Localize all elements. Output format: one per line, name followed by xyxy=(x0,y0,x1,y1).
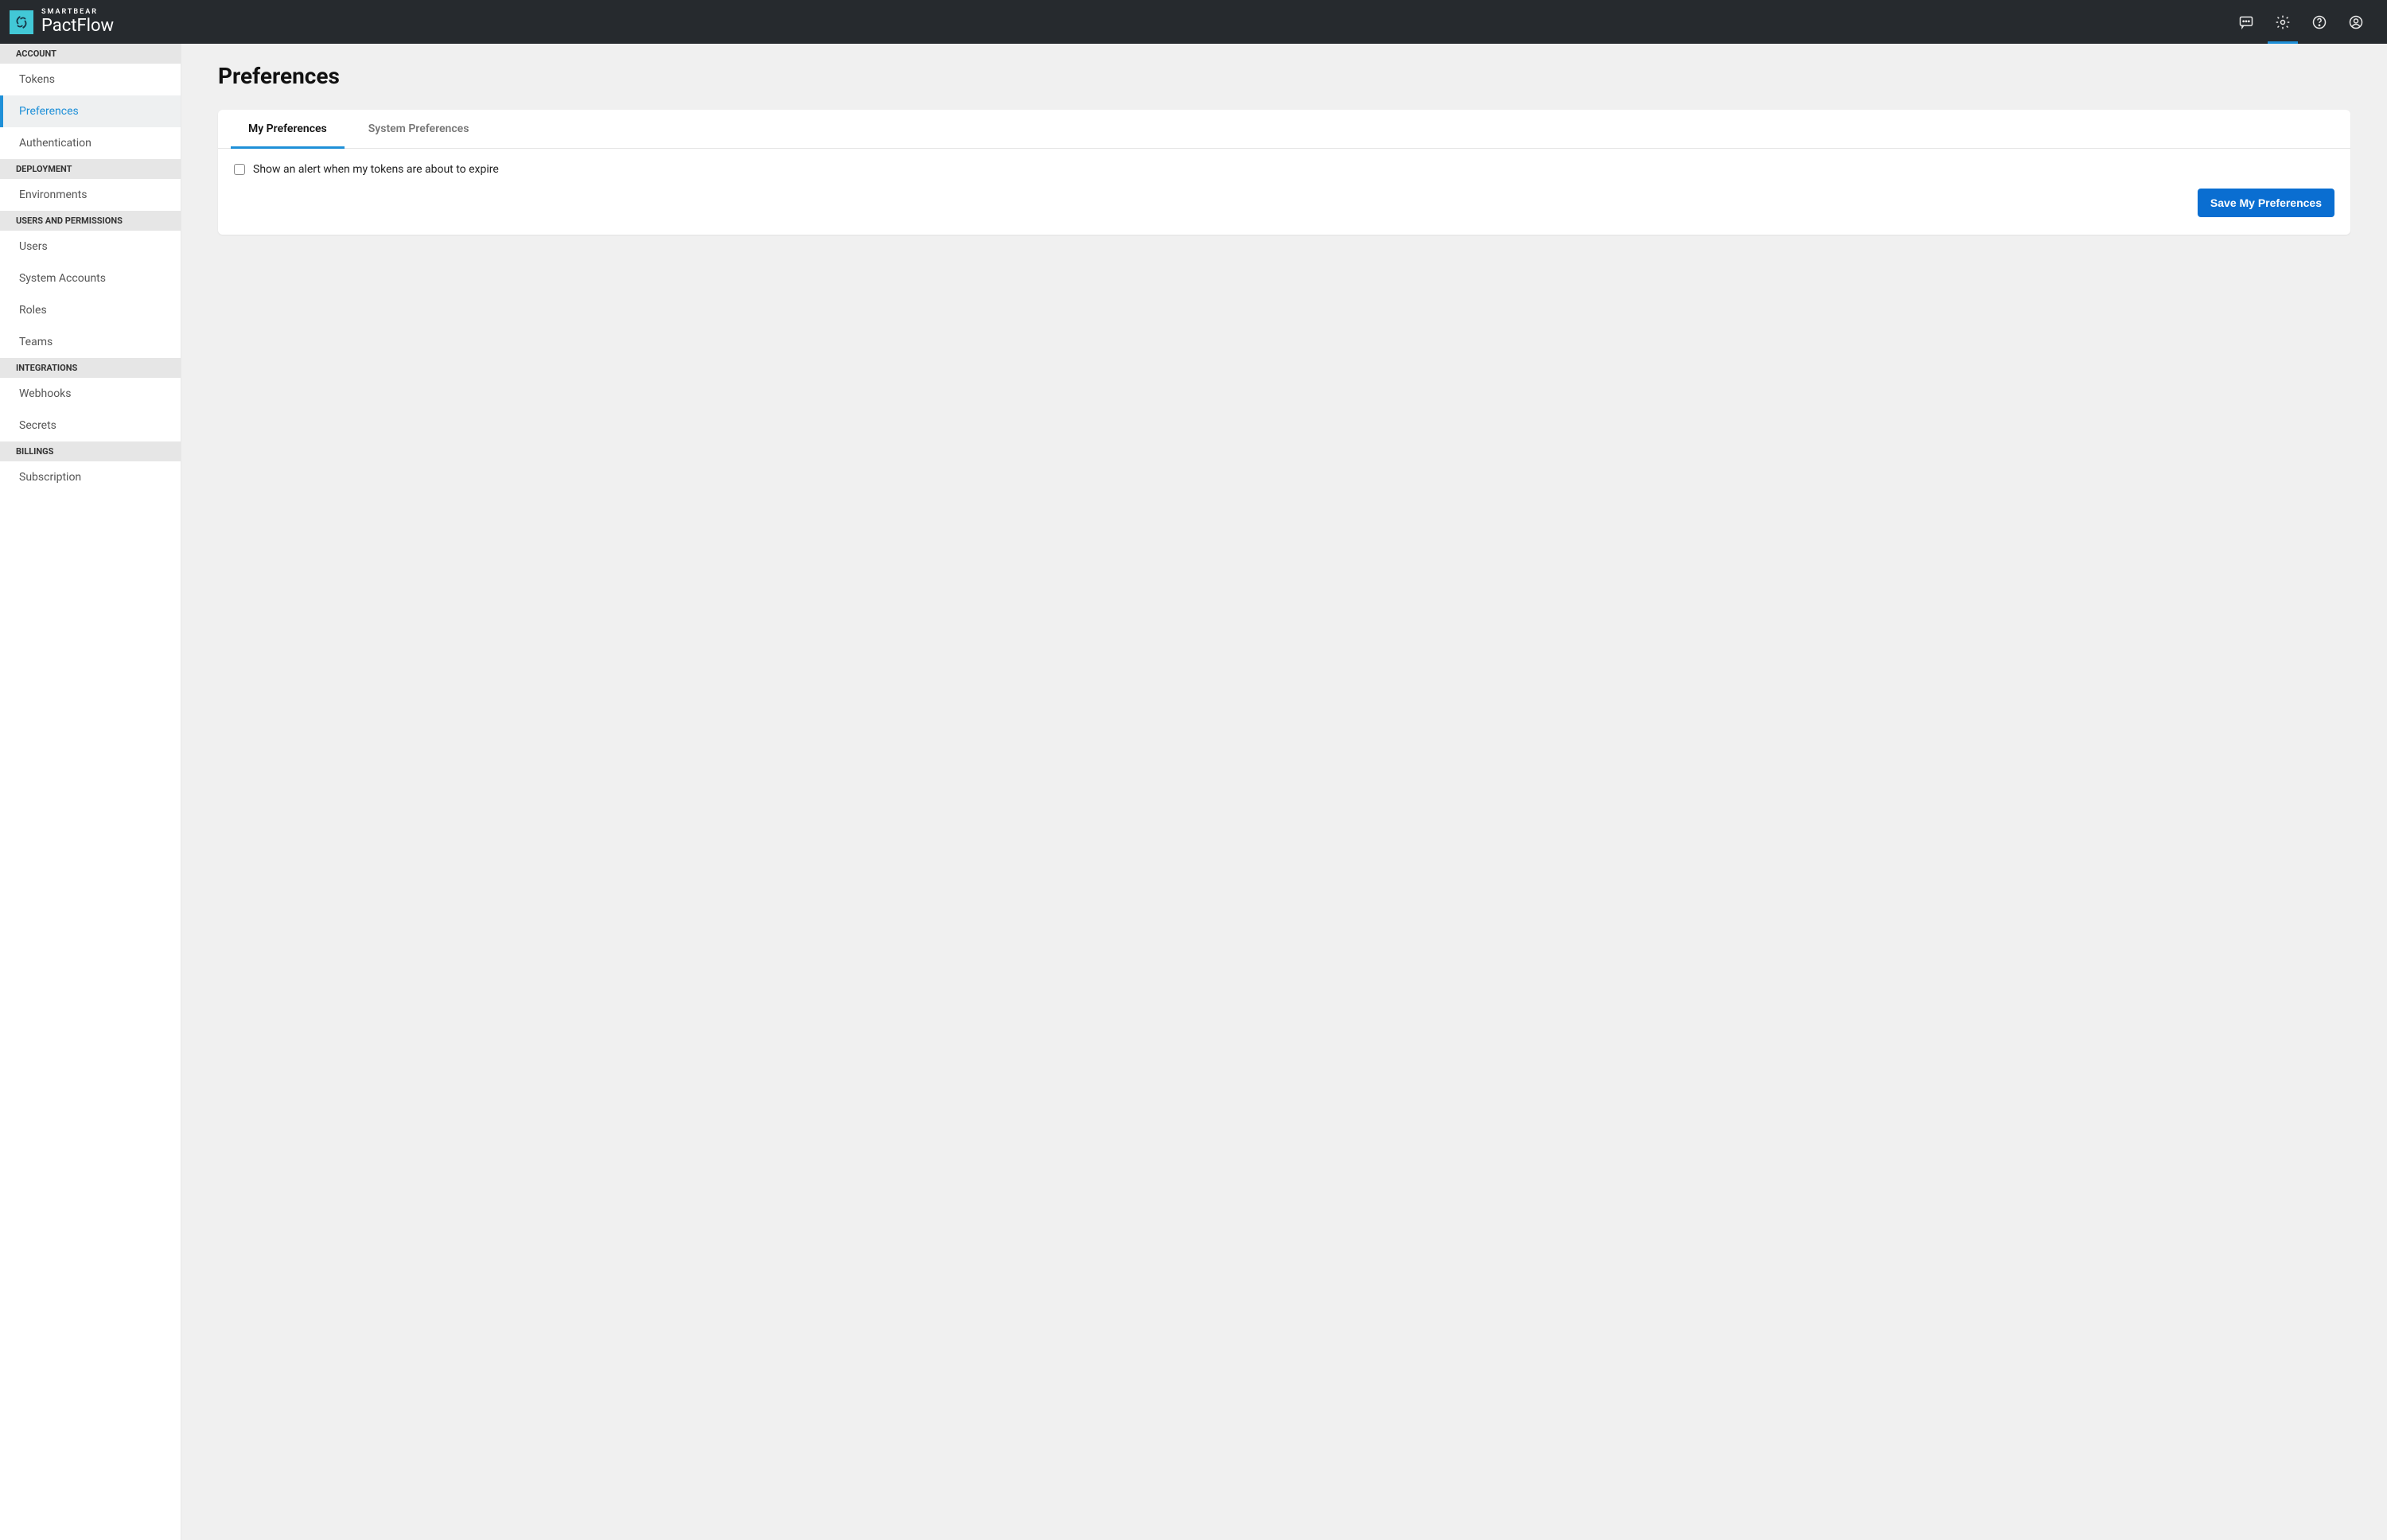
pref-token-alert-label: Show an alert when my tokens are about t… xyxy=(253,163,499,176)
brand-company: SMARTBEAR xyxy=(41,9,114,16)
sidebar-item-subscription[interactable]: Subscription xyxy=(0,461,181,493)
page-title: Preferences xyxy=(218,63,2350,89)
sidebar-item-webhooks[interactable]: Webhooks xyxy=(0,378,181,410)
sidebar-section-account: ACCOUNT xyxy=(0,44,181,64)
sidebar-item-environments[interactable]: Environments xyxy=(0,179,181,211)
preferences-tabs: My Preferences System Preferences xyxy=(218,110,2350,149)
pref-token-alert-row[interactable]: Show an alert when my tokens are about t… xyxy=(234,163,2334,176)
sidebar-item-secrets[interactable]: Secrets xyxy=(0,410,181,441)
help-icon[interactable] xyxy=(2301,0,2338,44)
preferences-card: My Preferences System Preferences Show a… xyxy=(218,110,2350,235)
sidebar-section-deployment: DEPLOYMENT xyxy=(0,159,181,179)
sidebar-item-roles[interactable]: Roles xyxy=(0,294,181,326)
top-nav: SMARTBEAR PactFlow xyxy=(0,0,2387,44)
sidebar-item-authentication[interactable]: Authentication xyxy=(0,127,181,159)
sidebar-section-billings: BILLINGS xyxy=(0,441,181,461)
sidebar-item-tokens[interactable]: Tokens xyxy=(0,64,181,95)
sidebar-section-users-permissions: USERS AND PERMISSIONS xyxy=(0,211,181,231)
top-nav-actions xyxy=(2228,0,2374,44)
sidebar-item-preferences[interactable]: Preferences xyxy=(0,95,181,127)
brand-product: PactFlow xyxy=(41,18,114,35)
settings-icon[interactable] xyxy=(2264,0,2301,44)
sidebar-section-integrations: INTEGRATIONS xyxy=(0,358,181,378)
chat-icon[interactable] xyxy=(2228,0,2264,44)
sidebar-item-teams[interactable]: Teams xyxy=(0,326,181,358)
brand[interactable]: SMARTBEAR PactFlow xyxy=(10,9,114,35)
sidebar-item-users[interactable]: Users xyxy=(0,231,181,262)
save-preferences-button[interactable]: Save My Preferences xyxy=(2198,189,2334,217)
main-content: Preferences My Preferences System Prefer… xyxy=(181,44,2387,1540)
pref-token-alert-checkbox[interactable] xyxy=(234,164,245,175)
sidebar: ACCOUNT Tokens Preferences Authenticatio… xyxy=(0,44,181,1540)
tab-system-preferences[interactable]: System Preferences xyxy=(351,110,487,149)
brand-logo-icon xyxy=(10,10,33,34)
account-icon[interactable] xyxy=(2338,0,2374,44)
tab-my-preferences[interactable]: My Preferences xyxy=(231,110,345,149)
sidebar-item-system-accounts[interactable]: System Accounts xyxy=(0,262,181,294)
